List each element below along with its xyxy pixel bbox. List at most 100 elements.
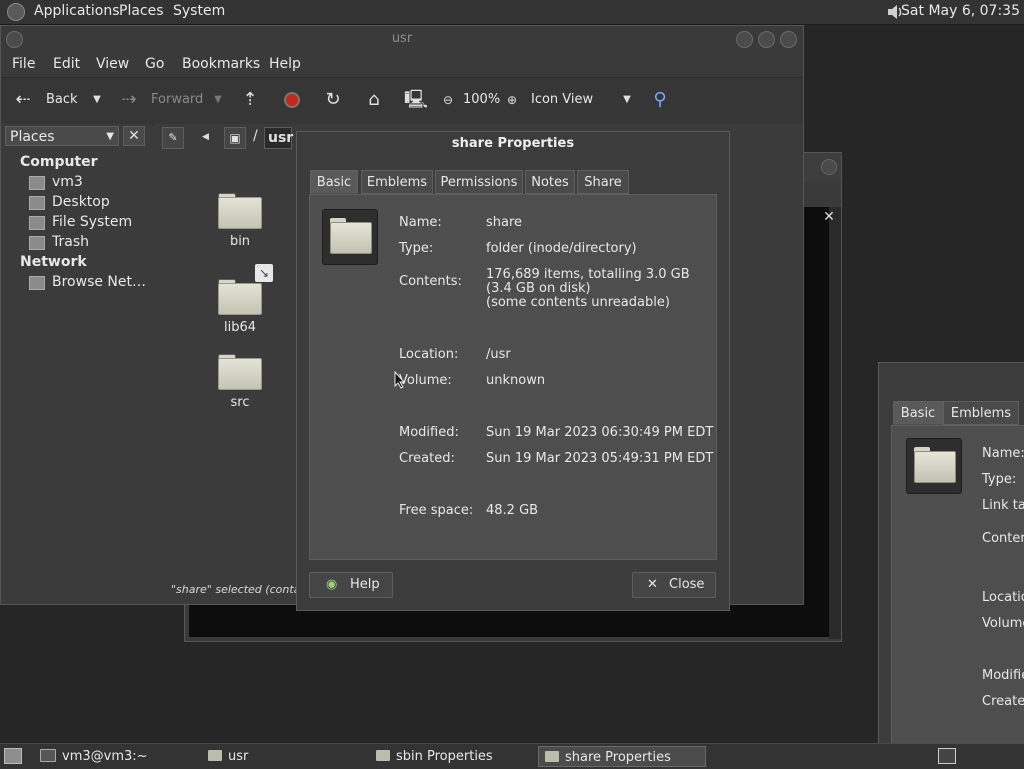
menu-edit[interactable]: Edit xyxy=(53,56,80,72)
system-logo-icon[interactable] xyxy=(7,3,25,21)
drive-icon[interactable]: ▣ xyxy=(224,127,246,149)
zoom-level[interactable]: 100% xyxy=(463,92,500,107)
close-window-button[interactable] xyxy=(821,159,837,175)
help-button[interactable]: ◉ Help xyxy=(309,572,393,598)
folder-label-src[interactable]: src xyxy=(200,395,280,410)
home-folder-icon xyxy=(29,176,45,190)
dialog-title[interactable]: share Properties xyxy=(297,132,729,156)
computer-icon[interactable]: 🖳 xyxy=(404,90,428,110)
modified-label: Modified: xyxy=(399,425,459,440)
top-panel: Applications Places System Sat May 6, 07… xyxy=(0,0,1024,25)
toolbar: ⇠ Back ▼ ⇢ Forward ▼ ⇡ ↻ ⌂ 🖳 ⊖ 100% ⊕ Ic… xyxy=(1,77,803,125)
path-current[interactable]: usr xyxy=(264,127,293,149)
location-value: /usr xyxy=(486,347,511,362)
menu-system[interactable]: System xyxy=(173,3,225,19)
forward-history-chevron-icon[interactable]: ▼ xyxy=(208,90,228,110)
menu-file[interactable]: File xyxy=(12,56,35,72)
type-label: Type: xyxy=(399,241,434,256)
window-title[interactable]: usr xyxy=(1,26,803,51)
clock[interactable]: Sat May 6, 07:35 xyxy=(901,3,1020,19)
back-arrow-icon[interactable]: ⇠ xyxy=(13,90,33,110)
home-icon[interactable]: ⌂ xyxy=(364,90,384,110)
folder-icon xyxy=(545,751,559,762)
symlink-emblem-icon: ↘ xyxy=(255,264,273,282)
sidebar-item-file-system[interactable]: File System xyxy=(52,214,132,230)
minimize-button[interactable] xyxy=(736,31,753,48)
desktop-icon xyxy=(29,196,45,210)
folder-icon xyxy=(376,750,390,761)
sbin-properties-dialog[interactable]: Basic Emblems Name: Type: Link tar Conte… xyxy=(878,362,1024,746)
menu-bookmarks[interactable]: Bookmarks xyxy=(182,56,260,72)
network-icon xyxy=(29,276,45,290)
edit-location-icon[interactable]: ✎ xyxy=(162,127,184,149)
folder-icon[interactable] xyxy=(218,279,262,315)
folder-icon[interactable] xyxy=(218,193,262,229)
tab-permissions[interactable]: Permissions xyxy=(435,170,523,194)
tab-emblems[interactable]: Emblems xyxy=(361,170,433,194)
task-sbin-properties[interactable]: sbin Properties xyxy=(370,746,536,767)
menu-places[interactable]: Places xyxy=(119,3,164,19)
sidebar-heading-computer: Computer xyxy=(20,154,98,170)
search-icon[interactable]: ⚲ xyxy=(650,90,670,110)
path-left-chevron-icon[interactable]: ◀ xyxy=(202,127,216,149)
contents-label: Conten xyxy=(982,531,1024,546)
zoom-in-icon[interactable]: ⊕ xyxy=(502,90,522,110)
close-icon[interactable]: ✕ xyxy=(819,209,839,229)
maximize-button[interactable] xyxy=(758,31,775,48)
close-button[interactable]: ✕ Close xyxy=(632,572,716,598)
trash-icon xyxy=(29,236,45,250)
folder-icon xyxy=(208,750,222,761)
sidebar-item-trash[interactable]: Trash xyxy=(52,234,89,250)
free-space-value: 48.2 GB xyxy=(486,503,539,518)
tab-notes[interactable]: Notes xyxy=(525,170,575,194)
back-button[interactable]: Back xyxy=(46,92,78,107)
zoom-out-icon[interactable]: ⊖ xyxy=(438,90,458,110)
folder-icon[interactable] xyxy=(322,209,378,265)
volume-value: unknown xyxy=(486,373,546,388)
forward-button[interactable]: Forward xyxy=(151,92,203,107)
scrollbar[interactable] xyxy=(829,207,841,639)
menu-help[interactable]: Help xyxy=(269,56,301,72)
folder-label-bin[interactable]: bin xyxy=(200,234,280,249)
folder-label-lib64[interactable]: lib64 xyxy=(200,320,280,335)
created-value: Sun 19 Mar 2023 05:49:31 PM EDT xyxy=(486,451,714,466)
tab-share[interactable]: Share xyxy=(577,170,629,194)
type-label: Type: xyxy=(982,472,1017,487)
tab-emblems[interactable]: Emblems xyxy=(943,401,1019,425)
task-usr[interactable]: usr xyxy=(202,746,368,767)
chevron-down-icon[interactable]: ▼ xyxy=(617,90,637,110)
back-history-chevron-icon[interactable]: ▼ xyxy=(87,90,107,110)
modified-value: Sun 19 Mar 2023 06:30:49 PM EDT xyxy=(486,425,714,440)
sidebar-item-desktop[interactable]: Desktop xyxy=(52,194,110,210)
up-arrow-icon[interactable]: ⇡ xyxy=(240,90,260,110)
contents-value: 176,689 items, totalling 3.0 GB (3.4 GB … xyxy=(486,267,690,310)
status-bar: "share" selected (containi xyxy=(154,579,311,601)
path-root[interactable]: / xyxy=(253,128,258,144)
tab-basic[interactable]: Basic xyxy=(310,170,358,194)
sidebar-item-vm3[interactable]: vm3 xyxy=(52,174,83,190)
task-share-properties[interactable]: share Properties xyxy=(538,746,706,767)
help-icon: ◉ xyxy=(326,577,338,592)
folder-icon[interactable] xyxy=(218,354,262,390)
tab-basic[interactable]: Basic xyxy=(893,401,943,425)
close-button[interactable] xyxy=(780,31,797,48)
workspace-switcher-icon[interactable] xyxy=(938,748,956,764)
stop-icon[interactable] xyxy=(282,90,302,110)
created-label: Created xyxy=(982,694,1024,709)
view-mode-select[interactable]: Icon View xyxy=(531,92,593,107)
show-desktop-icon[interactable] xyxy=(4,748,22,764)
name-value[interactable]: share xyxy=(486,216,522,230)
close-sidebar-button[interactable]: ✕ xyxy=(123,126,145,146)
sidebar-selector[interactable]: Places ▼ xyxy=(5,126,119,146)
task-terminal[interactable]: vm3@vm3:~ xyxy=(34,746,200,767)
forward-arrow-icon[interactable]: ⇢ xyxy=(119,90,139,110)
reload-icon[interactable]: ↻ xyxy=(323,90,343,110)
menu-go[interactable]: Go xyxy=(145,56,164,72)
share-properties-dialog: share Properties Basic Emblems Permissio… xyxy=(296,131,730,611)
menu-view[interactable]: View xyxy=(96,56,129,72)
sidebar-item-browse-network[interactable]: Browse Net… xyxy=(52,274,146,290)
menu-applications[interactable]: Applications xyxy=(34,3,120,19)
sidebar-heading-network: Network xyxy=(20,254,87,270)
window-menu-button[interactable] xyxy=(6,31,23,48)
basic-panel: Name: share Type: folder (inode/director… xyxy=(309,194,717,560)
